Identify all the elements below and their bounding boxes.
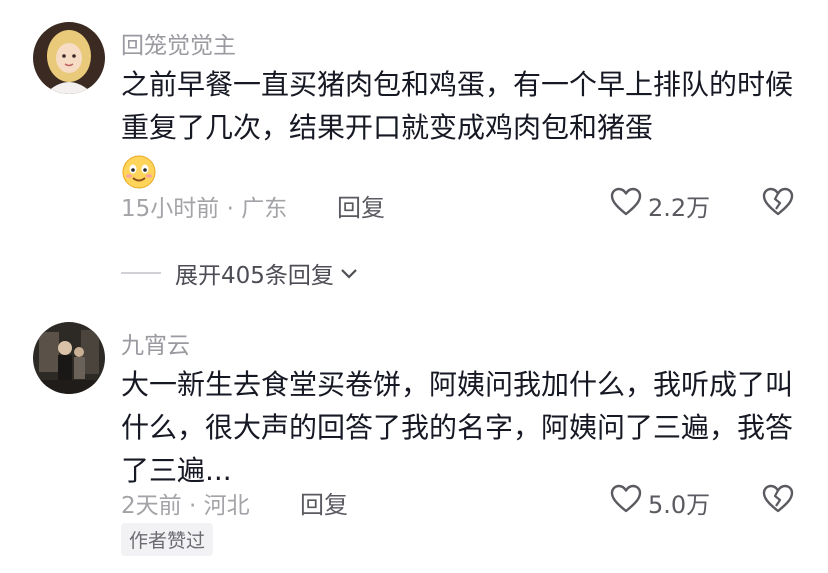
reply-button[interactable]: 回复 [300,485,348,520]
comment-time-location: 2天前 · 河北 [121,493,250,519]
comment-text: 之前早餐一直买猪肉包和鸡蛋，有一个早上排队的时候重复了几次，结果开口就变成鸡肉包… [121,63,801,192]
comment-username[interactable]: 九宵云 [121,326,190,360]
like-count: 2.2万 [648,193,711,222]
like-count: 5.0万 [648,490,711,519]
author-liked-badge: 作者赞过 [121,523,214,556]
comment-text-content: 之前早餐一直买猪肉包和鸡蛋，有一个早上排队的时候重复了几次，结果开口就变成鸡肉包… [121,68,794,144]
avatar-image [33,22,105,94]
avatar[interactable] [33,322,105,394]
chevron-down-icon [340,267,358,279]
like-button[interactable]: 2.2万 [610,187,710,223]
comment-text: 大一新生去食堂买卷饼，阿姨问我加什么，我听成了叫什么，很大声的回答了我的名字，阿… [121,368,794,487]
comment-username[interactable]: 回笼觉觉主 [121,26,236,60]
comment-item: 回笼觉觉主 之前早餐一直买猪肉包和鸡蛋，有一个早上排队的时候重复了几次，结果开口… [0,0,828,289]
broken-heart-icon [762,484,794,518]
expand-replies-label: 展开405条回复 [175,263,334,289]
expand-replies-button[interactable]: 展开405条回复 [121,256,358,290]
dislike-button[interactable] [762,187,794,221]
smiling-face-emoji-icon [121,154,157,190]
broken-heart-icon [762,187,794,221]
heart-outline-icon [610,187,648,223]
divider [121,272,161,274]
dislike-button[interactable] [762,484,794,518]
avatar[interactable] [33,22,105,94]
comment-time-location: 15小时前 · 广东 [121,196,288,222]
avatar-image [33,322,105,394]
reply-button[interactable]: 回复 [337,188,385,223]
like-button[interactable]: 5.0万 [610,484,710,520]
heart-outline-icon [610,484,648,520]
